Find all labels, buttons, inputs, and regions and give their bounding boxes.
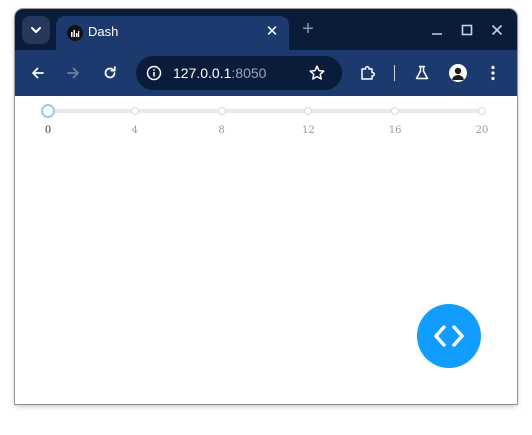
back-arrow-icon xyxy=(32,67,44,79)
window-close-button[interactable] xyxy=(488,21,506,39)
extensions-icon xyxy=(361,66,375,80)
back-button[interactable] xyxy=(29,64,47,82)
tab-strip: Dash ✕ + xyxy=(15,9,517,50)
profile-button[interactable] xyxy=(449,64,467,82)
active-tab[interactable]: Dash ✕ xyxy=(56,16,289,50)
slider-mark-dot[interactable] xyxy=(391,107,400,115)
page-content: 0 4 8 12 16 20 xyxy=(15,96,517,404)
bookmark-button[interactable] xyxy=(308,64,326,82)
slider-mark-dot[interactable] xyxy=(304,107,313,115)
more-menu-button[interactable] xyxy=(484,64,502,82)
toolbar-divider xyxy=(394,65,395,81)
forward-button[interactable] xyxy=(64,64,82,82)
minimize-button[interactable] xyxy=(428,21,446,39)
tab-search-icon xyxy=(31,27,41,33)
dash-favicon-icon xyxy=(67,25,83,41)
url-port: :8050 xyxy=(231,65,267,81)
slider-mark-label[interactable]: 0 xyxy=(33,125,63,136)
slider-mark-label[interactable]: 20 xyxy=(467,125,497,136)
url-host: 127.0.0.1 xyxy=(173,65,232,81)
slider-mark-label[interactable]: 4 xyxy=(120,125,150,136)
extensions-button[interactable] xyxy=(359,64,377,82)
maximize-icon xyxy=(461,24,473,36)
slider-mark-label[interactable]: 16 xyxy=(380,125,410,136)
close-tab-button[interactable]: ✕ xyxy=(264,24,280,40)
reload-button[interactable] xyxy=(101,64,119,82)
address-bar[interactable]: 127.0.0.1:8050 xyxy=(136,56,342,90)
labs-flask-icon xyxy=(415,65,429,80)
slider-handle[interactable] xyxy=(41,104,55,118)
devtools-toggle-button[interactable] xyxy=(417,304,481,368)
labs-button[interactable] xyxy=(413,64,431,82)
more-menu-icon xyxy=(491,65,495,81)
reload-icon xyxy=(104,66,116,79)
slider-mark-dot[interactable] xyxy=(217,107,226,115)
tab-title: Dash xyxy=(88,24,119,39)
profile-avatar-icon xyxy=(452,67,464,80)
slider-mark-dot[interactable] xyxy=(130,107,139,115)
new-tab-button[interactable]: + xyxy=(299,19,317,39)
minimize-icon xyxy=(432,33,442,35)
window-close-icon xyxy=(491,24,503,36)
site-info-icon xyxy=(146,65,162,81)
slider-rail[interactable] xyxy=(48,109,482,113)
site-info-button[interactable] xyxy=(146,65,162,81)
url-text: 127.0.0.1:8050 xyxy=(173,65,266,81)
forward-arrow-icon xyxy=(67,67,79,79)
code-brackets-icon xyxy=(434,325,464,347)
slider-mark-label[interactable]: 12 xyxy=(293,125,323,136)
tab-search-button[interactable] xyxy=(22,16,50,44)
slider-mark-dot[interactable] xyxy=(478,107,486,115)
browser-toolbar: 127.0.0.1:8050 xyxy=(15,50,517,96)
slider-mark-label[interactable]: 8 xyxy=(207,125,237,136)
maximize-button[interactable] xyxy=(458,21,476,39)
browser-window: Dash ✕ + 127.0.0.1:8050 0 4 8 12 16 20 xyxy=(15,9,517,404)
star-icon xyxy=(309,65,325,80)
